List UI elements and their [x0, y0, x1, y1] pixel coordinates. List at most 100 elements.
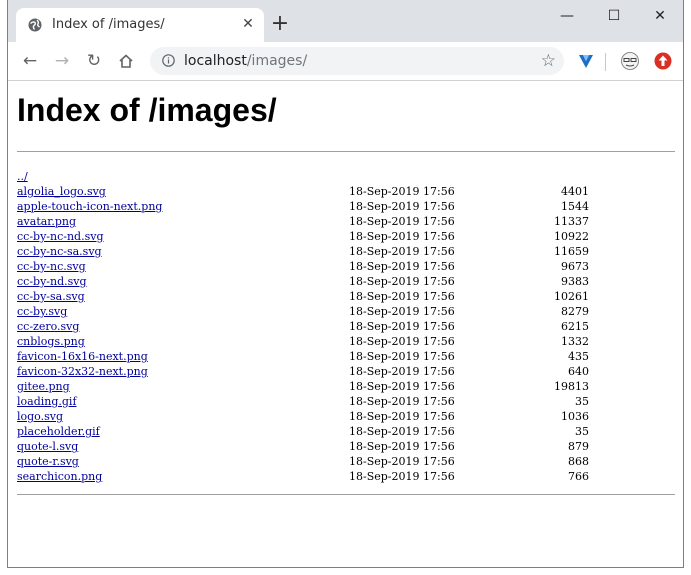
file-date: 18-Sep-2019 17:56 [349, 335, 455, 348]
file-size: 6215 [561, 320, 589, 333]
list-item: cc-by-nc-sa.svg 18-Sep-2019 17:56 11659 [17, 244, 667, 259]
reload-button[interactable]: ↻ [82, 49, 106, 73]
file-date: 18-Sep-2019 17:56 [349, 305, 455, 318]
new-tab-button[interactable]: + [270, 13, 290, 35]
file-date: 18-Sep-2019 17:56 [349, 245, 455, 258]
list-item: cc-by.svg 18-Sep-2019 17:56 8279 [17, 304, 667, 319]
list-item: avatar.png 18-Sep-2019 17:56 11337 [17, 214, 667, 229]
list-item: apple-touch-icon-next.png 18-Sep-2019 17:… [17, 199, 667, 214]
file-size: 640 [568, 365, 589, 378]
file-link[interactable]: cc-zero.svg [17, 319, 79, 334]
list-item: searchicon.png 18-Sep-2019 17:56 766 [17, 469, 667, 484]
back-arrow-icon: ← [22, 51, 38, 71]
update-arrow-icon[interactable] [653, 51, 673, 71]
file-link[interactable]: cc-by-nd.svg [17, 274, 87, 289]
list-item: favicon-32x32-next.png 18-Sep-2019 17:56 6… [17, 364, 667, 379]
file-date: 18-Sep-2019 17:56 [349, 215, 455, 228]
list-item: favicon-16x16-next.png 18-Sep-2019 17:56 4… [17, 349, 667, 364]
file-link[interactable]: gitee.png [17, 379, 70, 394]
forward-arrow-icon: → [54, 51, 70, 71]
file-link[interactable]: placeholder.gif [17, 424, 100, 439]
file-link[interactable]: cc-by-sa.svg [17, 289, 85, 304]
file-link[interactable]: avatar.png [17, 214, 76, 229]
reload-icon: ↻ [86, 51, 102, 71]
file-size: 1036 [561, 410, 589, 423]
url-host: localhost [184, 53, 247, 69]
browser-toolbar: ← → ↻ localhost/images/ ☆ [8, 42, 683, 81]
file-date: 18-Sep-2019 17:56 [349, 410, 455, 423]
file-size: 868 [568, 455, 589, 468]
file-size: 1544 [561, 200, 589, 213]
file-date: 18-Sep-2019 17:56 [349, 275, 455, 288]
file-link[interactable]: quote-r.svg [17, 454, 79, 469]
info-icon[interactable] [162, 54, 175, 67]
file-link[interactable]: loading.gif [17, 394, 77, 409]
file-size: 10261 [554, 290, 589, 303]
file-date: 18-Sep-2019 17:56 [349, 425, 455, 438]
file-size: 435 [568, 350, 589, 363]
tab-close-icon[interactable]: ✕ [240, 16, 256, 32]
list-item: gitee.png 18-Sep-2019 17:56 19813 [17, 379, 667, 394]
bottom-divider [17, 494, 675, 495]
home-button[interactable] [114, 49, 138, 73]
browser-window: Index of /images/ ✕ + — ☐ ✕ ← → ↻ localh… [7, 0, 684, 568]
extension-v-icon[interactable] [576, 51, 596, 71]
list-item: cnblogs.png 18-Sep-2019 17:56 1332 [17, 334, 667, 349]
list-item: quote-l.svg 18-Sep-2019 17:56 879 [17, 439, 667, 454]
close-window-button[interactable]: ✕ [638, 4, 682, 28]
profile-avatar-icon[interactable] [620, 51, 640, 71]
file-size: 9383 [561, 275, 589, 288]
file-size: 879 [568, 440, 589, 453]
star-icon[interactable]: ☆ [541, 50, 556, 72]
list-item: placeholder.gif 18-Sep-2019 17:56 35 [17, 424, 667, 439]
file-date: 18-Sep-2019 17:56 [349, 440, 455, 453]
globe-icon [28, 18, 42, 32]
url-text[interactable]: localhost/images/ [184, 53, 307, 69]
tab-strip: Index of /images/ ✕ + — ☐ ✕ [8, 0, 683, 42]
page-content: Index of /images/ ../ algolia_logo.svg 18… [8, 81, 683, 567]
list-item: loading.gif 18-Sep-2019 17:56 35 [17, 394, 667, 409]
toolbar-divider [605, 53, 606, 71]
list-item: cc-zero.svg 18-Sep-2019 17:56 6215 [17, 319, 667, 334]
list-item: algolia_logo.svg 18-Sep-2019 17:56 4401 [17, 184, 667, 199]
address-bar[interactable]: localhost/images/ ☆ [150, 47, 564, 75]
parent-directory-link[interactable]: ../ [17, 169, 28, 184]
file-link[interactable]: cc-by-nc.svg [17, 259, 86, 274]
file-size: 11659 [554, 245, 589, 258]
file-link[interactable]: cnblogs.png [17, 334, 85, 349]
file-link[interactable]: favicon-32x32-next.png [17, 364, 148, 379]
top-divider [17, 151, 675, 152]
page-title: Index of /images/ [17, 92, 277, 128]
url-path: /images/ [246, 53, 308, 69]
file-size: 35 [575, 425, 589, 438]
minimize-button[interactable]: — [545, 4, 589, 28]
file-link[interactable]: cc-by.svg [17, 304, 67, 319]
file-link[interactable]: cc-by-nc-sa.svg [17, 244, 102, 259]
file-link[interactable]: apple-touch-icon-next.png [17, 199, 162, 214]
file-date: 18-Sep-2019 17:56 [349, 455, 455, 468]
file-link[interactable]: algolia_logo.svg [17, 184, 106, 199]
file-size: 9673 [561, 260, 589, 273]
file-size: 19813 [554, 380, 589, 393]
file-link[interactable]: favicon-16x16-next.png [17, 349, 148, 364]
file-link[interactable]: quote-l.svg [17, 439, 78, 454]
file-date: 18-Sep-2019 17:56 [349, 350, 455, 363]
active-tab[interactable]: Index of /images/ ✕ [16, 8, 264, 42]
file-link[interactable]: cc-by-nc-nd.svg [17, 229, 104, 244]
file-date: 18-Sep-2019 17:56 [349, 230, 455, 243]
back-button[interactable]: ← [18, 49, 42, 73]
forward-button[interactable]: → [50, 49, 74, 73]
file-date: 18-Sep-2019 17:56 [349, 470, 455, 483]
maximize-button[interactable]: ☐ [592, 4, 636, 28]
tab-title: Index of /images/ [52, 17, 165, 32]
file-size: 10922 [554, 230, 589, 243]
file-date: 18-Sep-2019 17:56 [349, 380, 455, 393]
file-size: 4401 [561, 185, 589, 198]
file-link[interactable]: logo.svg [17, 409, 63, 424]
file-size: 11337 [554, 215, 589, 228]
file-link[interactable]: searchicon.png [17, 469, 102, 484]
file-date: 18-Sep-2019 17:56 [349, 200, 455, 213]
list-item: cc-by-sa.svg 18-Sep-2019 17:56 10261 [17, 289, 667, 304]
list-item: quote-r.svg 18-Sep-2019 17:56 868 [17, 454, 667, 469]
file-size: 35 [575, 395, 589, 408]
